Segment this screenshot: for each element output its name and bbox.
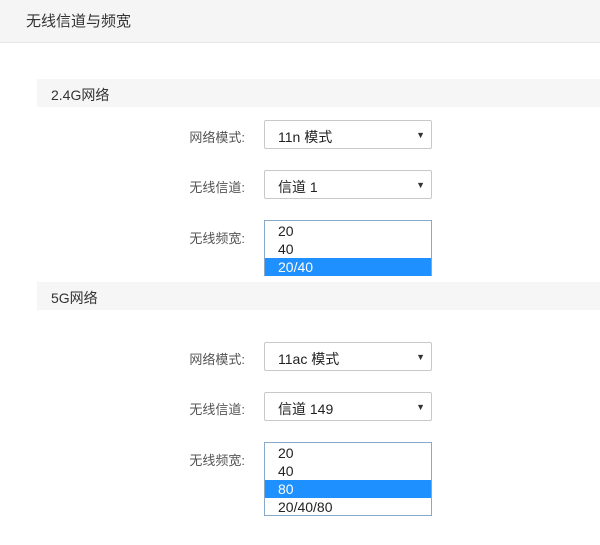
channel-select-5g[interactable]: 信道 149 ▼ <box>264 392 432 421</box>
network-mode-value-5g: 11ac 模式 <box>278 351 340 367</box>
section-title-2g: 2.4G网络 <box>51 87 110 103</box>
network-mode-label-5g: 网络模式: <box>189 352 245 367</box>
bandwidth-option[interactable]: 20/40/80 <box>265 498 431 516</box>
channel-select-2g[interactable]: 信道 1 ▼ <box>264 170 432 199</box>
bandwidth-listbox-2g[interactable]: 20 40 20/40 <box>264 220 432 276</box>
bandwidth-option[interactable]: 20 <box>265 444 431 462</box>
network-mode-select-5g[interactable]: 11ac 模式 ▼ <box>264 342 432 371</box>
network-mode-select-2g[interactable]: 11n 模式 ▼ <box>264 120 432 149</box>
bandwidth-option[interactable]: 20/40 <box>265 258 431 276</box>
section-header-2g: 2.4G网络 <box>37 79 600 107</box>
channel-label-2g: 无线信道: <box>189 180 245 195</box>
channel-value-2g: 信道 1 <box>278 179 318 195</box>
network-mode-value-2g: 11n 模式 <box>278 129 333 145</box>
section-header-5g: 5G网络 <box>37 282 600 310</box>
bandwidth-option[interactable]: 80 <box>265 480 431 498</box>
network-mode-label-2g: 网络模式: <box>189 130 245 145</box>
bandwidth-listbox-5g[interactable]: 20 40 80 20/40/80 <box>264 442 432 516</box>
channel-label-5g: 无线信道: <box>189 402 245 417</box>
bandwidth-label-2g: 无线频宽: <box>189 231 245 246</box>
page-title: 无线信道与频宽 <box>26 13 132 30</box>
chevron-down-icon: ▼ <box>416 352 425 362</box>
page-header: 无线信道与频宽 <box>0 0 600 43</box>
section-title-5g: 5G网络 <box>51 290 98 306</box>
chevron-down-icon: ▼ <box>416 402 425 412</box>
bandwidth-option[interactable]: 40 <box>265 240 431 258</box>
chevron-down-icon: ▼ <box>416 130 425 140</box>
bandwidth-label-5g: 无线频宽: <box>189 453 245 468</box>
bandwidth-option[interactable]: 40 <box>265 462 431 480</box>
channel-value-5g: 信道 149 <box>278 401 334 417</box>
chevron-down-icon: ▼ <box>416 180 425 190</box>
bandwidth-option[interactable]: 20 <box>265 222 431 240</box>
